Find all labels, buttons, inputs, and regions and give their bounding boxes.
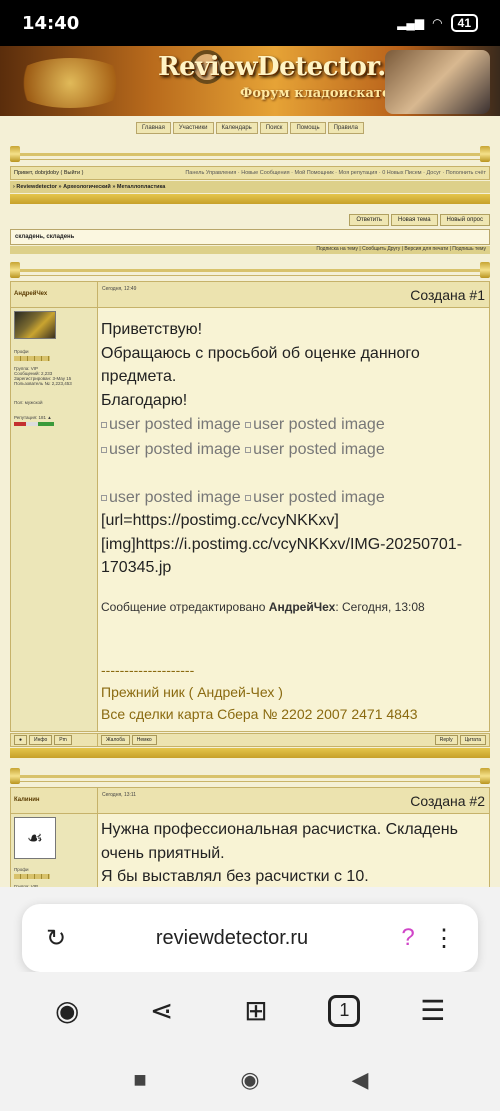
nav-home[interactable]: Главная [135, 122, 171, 134]
broken-image-icon [245, 422, 252, 428]
post-date: Сегодня, 13:11 [102, 792, 137, 798]
browser-toolbar: ◉ ⋖ ⊞ 1 ☰ [0, 972, 500, 1049]
post-date: Сегодня, 12:49 [102, 286, 137, 292]
coins-image [10, 58, 130, 108]
user-links[interactable]: Панель Управления · Новые Сообщения · Мо… [185, 170, 486, 176]
greeting-text[interactable]: Привет, dobrjdoby ( Выйти ) [14, 170, 83, 176]
nav-rules[interactable]: Правила [327, 122, 364, 134]
broken-image[interactable]: user posted image [245, 438, 385, 462]
user-bar: Привет, dobrjdoby ( Выйти ) Панель Управ… [10, 166, 490, 180]
pm-button[interactable]: Pm [54, 735, 72, 745]
wifi-icon: ◠ [432, 16, 443, 30]
topic-actions: Ответить Новая тема Новый опрос [349, 214, 490, 226]
people-image [385, 50, 490, 114]
avatar[interactable] [14, 311, 56, 339]
site-logo: ReviewDetector.ru [158, 52, 418, 82]
rank-pips [14, 874, 50, 879]
signature: -------------------- Прежний ник ( Андре… [101, 659, 486, 725]
divider [10, 194, 490, 204]
post-text: Нужна профессиональная расчистка. Складе… [101, 821, 458, 862]
clock: 14:40 [22, 12, 80, 34]
nav-help[interactable]: Помощь [290, 122, 326, 134]
broken-image[interactable]: user posted image [245, 413, 385, 437]
post-text: [url=https://postimg.cc/vcyNKKxv] [101, 512, 339, 530]
forum-nav: Главная Участники Календарь Поиск Помощь… [0, 122, 500, 134]
breadcrumb[interactable]: › Reviewdetector » Археологический » Мет… [10, 181, 490, 193]
post-footer: ● Инфо Pm Жалоба Немко Reply Цитата [10, 733, 490, 747]
ip-button[interactable]: Немко [131, 735, 157, 745]
address-bar[interactable]: ↻ reviewdetector.ru ? ⋮ [22, 904, 478, 972]
avatar[interactable]: ☙ [14, 817, 56, 859]
quote-button[interactable]: Цитата [459, 735, 486, 745]
complaint-button[interactable]: Жалоба [101, 735, 130, 745]
assistant-icon[interactable]: ? [390, 920, 426, 956]
author-number: Пользователь №: 2,223,453 [14, 381, 72, 386]
nav-members[interactable]: Участники [172, 122, 214, 134]
broken-image-icon [101, 422, 107, 428]
reload-icon[interactable]: ↻ [38, 920, 74, 956]
home-icon[interactable]: ◉ [235, 1065, 265, 1095]
post-content: Приветствую! Обращаюсь с просьбой об оце… [98, 308, 489, 731]
sig-card: Все сделки карта Сбера № 2202 2007 2471 … [101, 706, 418, 723]
status-icon: ● [14, 735, 28, 745]
rep-bar [14, 422, 54, 426]
signal-icon: ▂▄▆ [397, 16, 425, 30]
topic-title: складень, складень [10, 229, 490, 245]
broken-image-icon [245, 494, 252, 501]
post-author[interactable]: АндрейЧех [11, 282, 98, 307]
post-text: Обращаюсь с просьбой об оценке данного п… [101, 344, 420, 386]
post-number[interactable]: Создана #2 [410, 793, 485, 809]
topic-options[interactable]: Подписка на тему | Сообщить Другу | Верс… [10, 246, 490, 254]
post-text: [img]https://i.postimg.cc/vcyNKKxv/IMG-2… [101, 535, 463, 577]
post-text: Благодарю! [101, 391, 188, 409]
divider [10, 748, 490, 758]
post-text: Приветствую! [101, 321, 203, 338]
post-text: Я бы выставлял без расчистки с 10. [101, 868, 369, 885]
forum-banner[interactable]: ReviewDetector.ru Форум кладоискателей [0, 46, 500, 116]
broken-image[interactable]: user posted image [101, 486, 241, 510]
sig-nick: Прежний ник ( Андрей-Чех ) [101, 684, 283, 701]
menu-icon[interactable]: ☰ [411, 989, 455, 1033]
author-rep: Репутация: 181 ▲ [14, 415, 52, 420]
new-tab-icon[interactable]: ⊞ [234, 989, 278, 1033]
broken-image[interactable]: user posted image [101, 438, 241, 462]
broken-image[interactable]: user posted image [101, 413, 241, 437]
rank-pips [14, 356, 50, 361]
post: АндрейЧех Сегодня, 12:49 Создана #1 Проф… [10, 281, 490, 732]
author-rank: Профи [14, 867, 29, 872]
reply-button[interactable]: Ответить [349, 214, 390, 226]
nav-calendar[interactable]: Календарь [215, 122, 258, 134]
new-topic-button[interactable]: Новая тема [391, 214, 438, 226]
new-poll-button[interactable]: Новый опрос [439, 214, 490, 226]
post-reply-button[interactable]: Reply [434, 735, 458, 745]
url-text[interactable]: reviewdetector.ru [74, 927, 390, 950]
author-rank: Профи [14, 349, 29, 354]
edit-note: Сообщение отредактировано АндрейЧех: Сег… [101, 599, 425, 614]
scroll-divider [10, 146, 490, 162]
broken-image-icon [101, 446, 107, 453]
author-panel: Профи Группа: VIP Сообщений: 2,233 Зарег… [11, 308, 98, 731]
post-number[interactable]: Создана #1 [410, 287, 485, 303]
scroll-divider [10, 262, 490, 278]
system-navbar: ■ ◉ ◀ [0, 1049, 500, 1111]
info-button[interactable]: Инфо [29, 735, 53, 745]
alice-icon[interactable]: ◉ [45, 989, 89, 1033]
post-author[interactable]: Калинин [11, 788, 98, 813]
broken-image[interactable]: user posted image [245, 486, 385, 510]
share-icon[interactable]: ⋖ [140, 989, 184, 1033]
broken-image-icon [245, 446, 252, 453]
more-icon[interactable]: ⋮ [426, 920, 462, 956]
author-gender: Пол: мужской [14, 400, 43, 405]
back-icon[interactable]: ◀ [345, 1065, 375, 1095]
scroll-divider [10, 768, 490, 784]
status-bar: 14:40 ▂▄▆ ◠ 41 [0, 0, 500, 46]
battery-icon: 41 [450, 14, 478, 32]
tabs-count[interactable]: 1 [328, 994, 361, 1027]
broken-image-icon [101, 494, 107, 501]
recents-icon[interactable]: ■ [125, 1065, 155, 1095]
nav-search[interactable]: Поиск [259, 122, 289, 134]
